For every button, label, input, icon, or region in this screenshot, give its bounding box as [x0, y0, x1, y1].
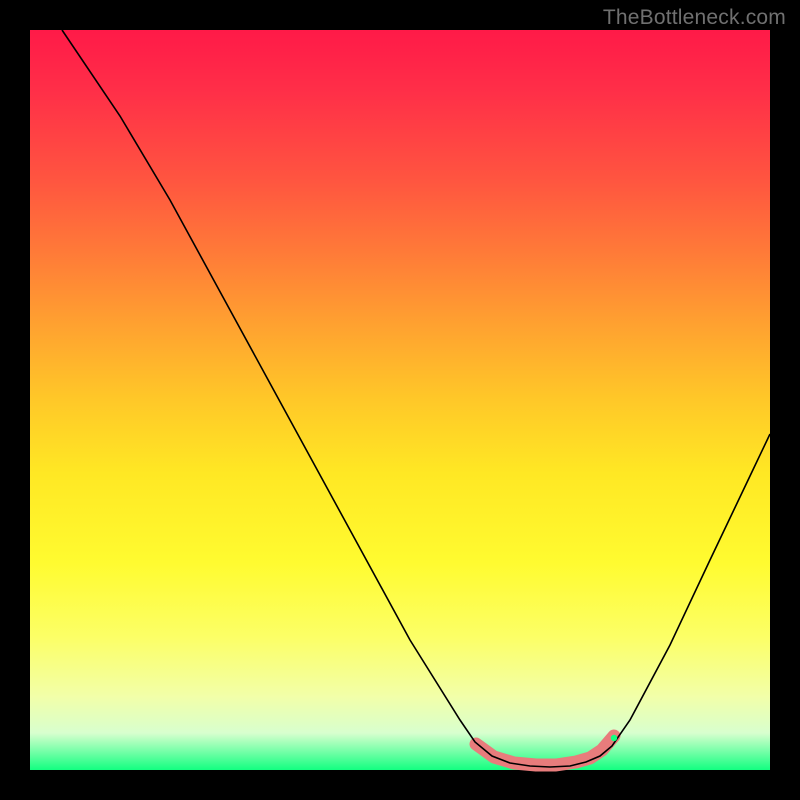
watermark-text: TheBottleneck.com — [603, 6, 786, 30]
optimal-point-marker — [611, 735, 617, 741]
chart-svg — [30, 30, 770, 770]
bottleneck-curve — [62, 30, 770, 767]
plot-area — [30, 30, 770, 770]
optimal-range-band — [476, 736, 614, 765]
